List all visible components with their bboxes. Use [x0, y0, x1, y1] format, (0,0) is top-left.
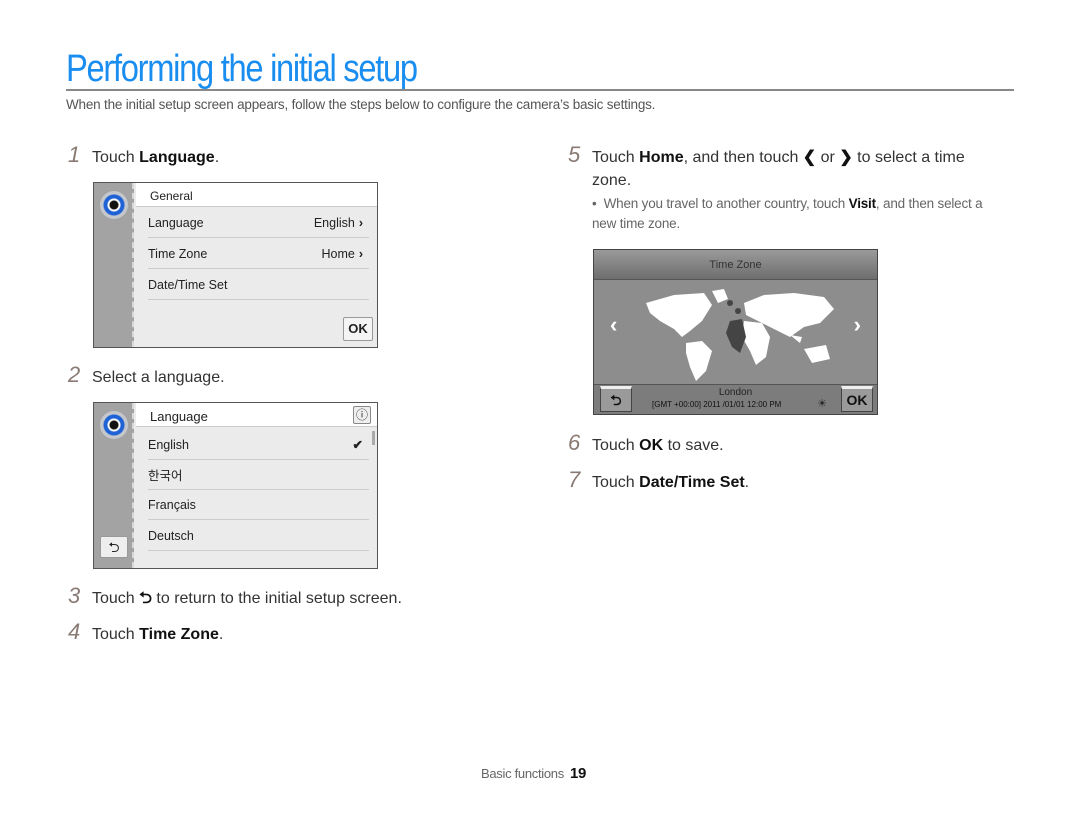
page-title: Performing the initial setup — [66, 48, 418, 90]
city-name: London — [718, 387, 753, 398]
language-option[interactable]: 한국어 — [148, 460, 369, 490]
intro-text: When the initial setup screen appears, f… — [66, 97, 656, 112]
previous-zone-button[interactable]: ‹ — [610, 312, 617, 338]
screen-sidebar — [94, 183, 134, 347]
ok-icon: OK — [639, 437, 664, 454]
back-button[interactable]: ⮌ — [600, 386, 632, 412]
step-4: 4 Touch Time Zone. — [68, 619, 224, 644]
ok-button[interactable]: OK — [841, 386, 873, 412]
step-1: 1 Touch Language. — [68, 142, 220, 167]
checkmark-icon: ✔ — [352, 438, 363, 452]
gmt-datetime: [GMT +00:00] 2011 /01/01 12:00 PM — [652, 400, 782, 409]
step-6: 6 Touch OK to save. — [568, 430, 724, 455]
screen-header: General — [136, 183, 377, 207]
screen-sidebar: ⮌ — [94, 403, 134, 568]
page-footer: Basic functions 19 — [481, 765, 587, 782]
scrollbar[interactable] — [372, 431, 375, 445]
step-3: 3 Touch ⮌ to return to the initial setup… — [68, 583, 402, 614]
screen-header: Language ⓘ — [136, 403, 377, 427]
back-arrow-icon: ⮌ — [139, 590, 152, 607]
setting-row-language[interactable]: Language English › — [148, 208, 369, 238]
general-settings-screen: General Language English › Time Zone Home… — [93, 182, 378, 348]
setting-row-time-zone[interactable]: Time Zone Home › — [148, 239, 369, 269]
language-option[interactable]: English ✔ — [148, 430, 369, 460]
chevron-right-icon: ❯ — [839, 149, 853, 166]
step-5-note: • When you travel to another country, to… — [592, 196, 983, 231]
world-map[interactable] — [594, 281, 879, 385]
chevron-right-icon: › — [358, 215, 363, 230]
gear-icon — [100, 411, 128, 439]
time-zone-screen: Time Zone ‹ › London [GMT +00:00] 2011 /… — [593, 249, 878, 415]
title-divider — [66, 89, 1014, 91]
back-button[interactable]: ⮌ — [100, 536, 128, 558]
screen-footer: London [GMT +00:00] 2011 /01/01 12:00 PM… — [594, 384, 877, 414]
chevron-right-icon: › — [358, 246, 363, 261]
ok-button[interactable]: OK — [343, 317, 373, 341]
daylight-saving-icon[interactable]: ☀ — [817, 397, 827, 410]
page-number: 19 — [569, 765, 587, 782]
language-screen: ⮌ Language ⓘ English ✔ 한국어 Français Deut… — [93, 402, 378, 569]
screen-header: Time Zone — [594, 250, 877, 280]
next-zone-button[interactable]: › — [854, 312, 861, 338]
step-2: 2 Select a language. — [68, 362, 225, 387]
step-7: 7 Touch Date/Time Set. — [568, 467, 750, 492]
language-option[interactable]: Deutsch — [148, 521, 369, 551]
language-option[interactable]: Français — [148, 490, 369, 520]
chevron-left-icon: ❮ — [802, 149, 817, 166]
setting-row-date-time[interactable]: Date/Time Set — [148, 270, 369, 300]
info-icon[interactable]: ⓘ — [353, 406, 371, 424]
step-5: 5 Touch Home, and then touch ❮ or ❯ to s… — [568, 142, 965, 189]
gear-icon — [100, 191, 128, 219]
